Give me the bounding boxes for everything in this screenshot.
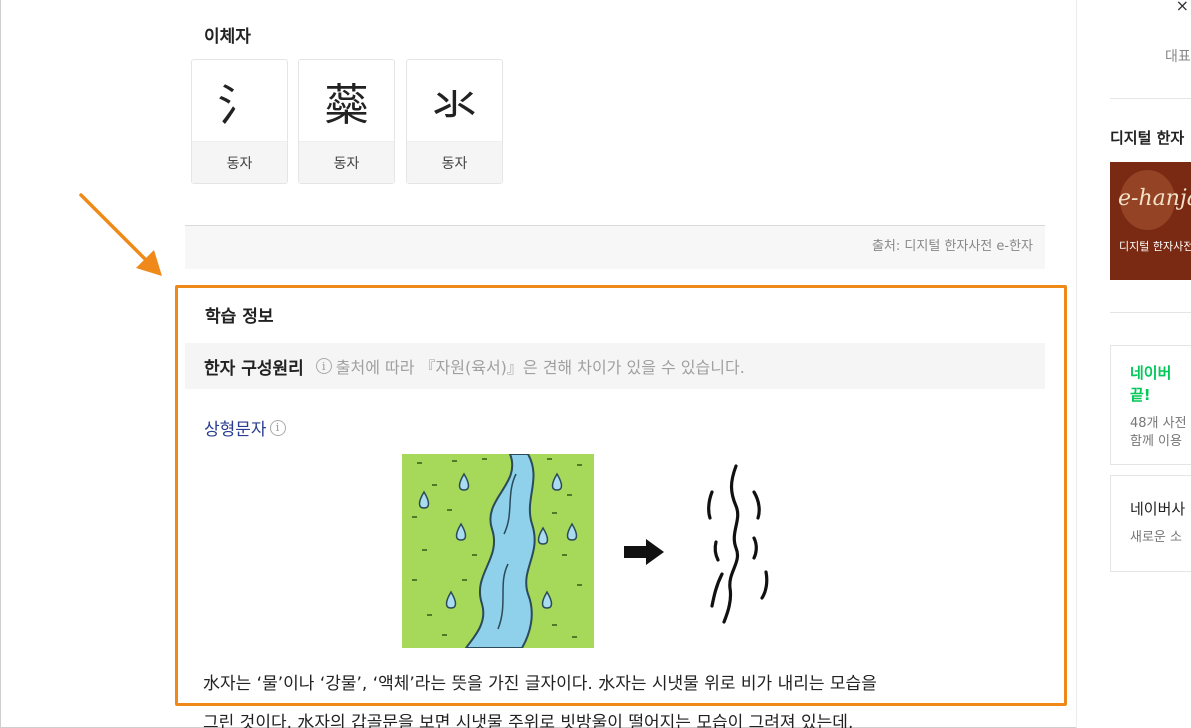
study-title: 학습 정보 <box>205 307 274 327</box>
principle-heading: 한자 구성원리 <box>204 358 304 379</box>
description-line-2: 그린 것이다. 水자의 갑골문을 보면 시냇물 주위로 빗방울이 떨어지는 모습… <box>203 713 854 728</box>
e-hanja-banner[interactable]: e-hanja 디지털 한자사전 <box>1110 162 1191 280</box>
variant-label: 동자 <box>407 141 502 183</box>
variant-glyph: 氵 <box>217 80 262 131</box>
card-subtext-2: 함께 이용 <box>1130 434 1182 449</box>
variant-glyph: 氺 <box>432 80 477 131</box>
description-line-1: 水자는 ‘물’이나 ‘강물’, ‘액체’라는 뜻을 가진 글자이다. 水자는 시… <box>203 674 877 694</box>
variant-card-3[interactable]: 氺 동자 <box>406 59 503 184</box>
naver-dictionary-card[interactable]: 네이버 끝! 48개 사전 함께 이용 <box>1110 345 1191 465</box>
e-hanja-logo: e-hanja <box>1118 186 1191 211</box>
info-icon[interactable]: i <box>315 358 332 374</box>
sidebar-divider <box>1110 312 1191 313</box>
variant-card-2[interactable]: 蘂 동자 <box>298 59 395 184</box>
card-title: 네이버사 <box>1130 500 1186 518</box>
sidebar-divider <box>1110 98 1191 99</box>
principle-note: i 출처에 따라 『자원(육서)』은 견해 차이가 있을 수 있습니다. <box>315 354 745 378</box>
callout-arrow-icon <box>79 193 162 276</box>
variant-label: 동자 <box>299 141 394 183</box>
variant-label: 동자 <box>192 141 287 183</box>
representative-label: 대표 <box>1165 49 1191 65</box>
source-bar: 출처: 디지털 한자사전 e-한자 <box>185 225 1045 269</box>
category-label[interactable]: 상형문자 <box>204 415 267 440</box>
arrow-right-icon <box>624 539 664 565</box>
principle-bar: 한자 구성원리 i 출처에 따라 『자원(육서)』은 견해 차이가 있을 수 있… <box>185 343 1045 389</box>
info-icon[interactable]: i <box>269 419 286 436</box>
variant-card-1[interactable]: 氵 동자 <box>191 59 288 184</box>
card-subtext: 새로운 소 <box>1130 530 1182 545</box>
river-illustration-image <box>402 454 594 648</box>
variants-title: 이체자 <box>204 27 251 47</box>
card-title: 네이버 <box>1130 364 1172 382</box>
card-subtext: 48개 사전 <box>1130 416 1187 431</box>
card-title-2: 끝! <box>1130 386 1151 404</box>
sidebar-dict-title: 디지털 한자 <box>1110 129 1185 147</box>
principle-note-text: 출처에 따라 『자원(육서)』은 견해 차이가 있을 수 있습니다. <box>335 358 745 377</box>
banner-caption: 디지털 한자사전 <box>1119 240 1191 253</box>
naver-new-card[interactable]: 네이버사 새로운 소 <box>1110 475 1191 572</box>
right-sidebar: × 대표 디지털 한자 e-hanja 디지털 한자사전 네이버 끝! 48개 … <box>1076 0 1191 728</box>
close-icon[interactable]: × <box>1176 0 1189 15</box>
variant-glyph: 蘂 <box>324 80 369 131</box>
water-strokes-image <box>707 464 769 624</box>
category: 상형문자 i <box>204 415 290 440</box>
source-text[interactable]: 출처: 디지털 한자사전 e-한자 <box>872 239 1033 254</box>
